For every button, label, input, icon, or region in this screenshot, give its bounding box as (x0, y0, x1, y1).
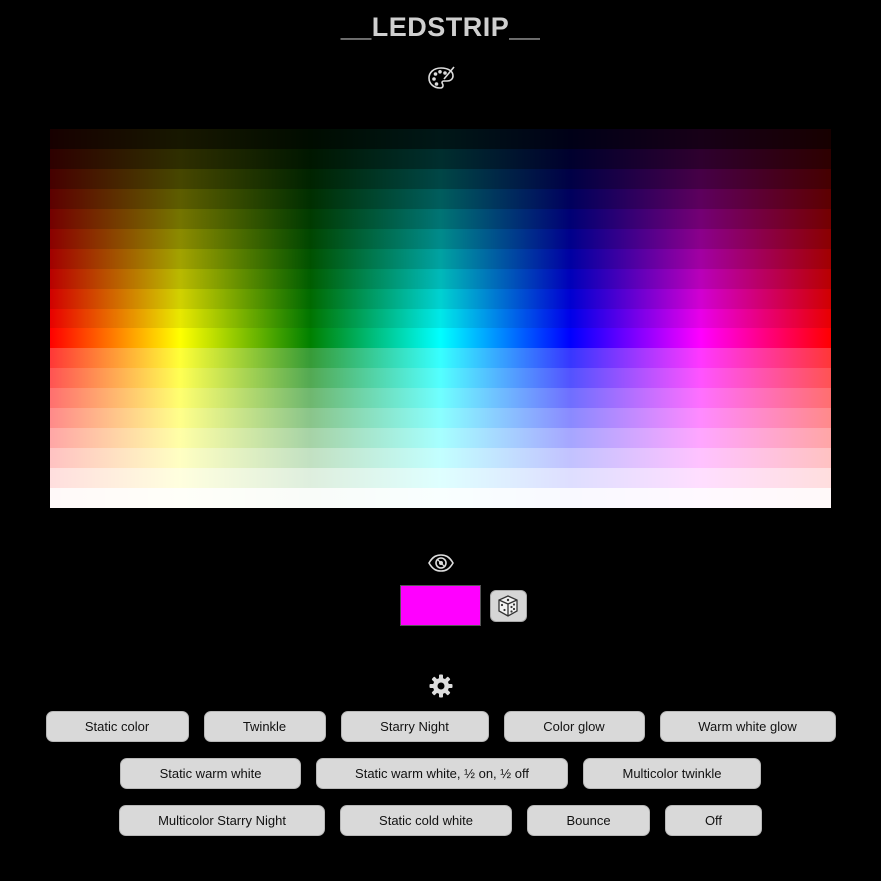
palette-row[interactable] (50, 328, 831, 349)
palette-row[interactable] (50, 268, 831, 289)
gear-icon-wrap (0, 674, 881, 698)
mode-multicolor-starry-night-button[interactable]: Multicolor Starry Night (119, 805, 325, 836)
palette-row[interactable] (50, 248, 831, 269)
mode-row-1: Static color Twinkle Starry Night Color … (0, 711, 881, 742)
palette-row[interactable] (50, 468, 831, 489)
palette-row[interactable] (50, 488, 831, 509)
mode-row-3: Multicolor Starry Night Static cold whit… (0, 805, 881, 836)
mode-static-cold-white-button[interactable]: Static cold white (340, 805, 512, 836)
palette-row[interactable] (50, 168, 831, 189)
mode-color-glow-button[interactable]: Color glow (503, 711, 645, 742)
mode-starry-night-button[interactable]: Starry Night (340, 711, 489, 742)
palette-row[interactable] (50, 208, 831, 229)
color-preview-row (0, 585, 881, 626)
eye-icon-wrap (0, 553, 881, 573)
palette-row[interactable] (50, 408, 831, 429)
mode-static-color-button[interactable]: Static color (45, 711, 189, 742)
palette-row[interactable] (50, 128, 831, 149)
mode-multicolor-twinkle-button[interactable]: Multicolor twinkle (583, 758, 761, 789)
palette-row[interactable] (50, 109, 831, 129)
mode-warm-white-glow-button[interactable]: Warm white glow (659, 711, 836, 742)
mode-static-warm-white-button[interactable]: Static warm white (120, 758, 301, 789)
mode-bounce-button[interactable]: Bounce (527, 805, 650, 836)
palette-row[interactable] (50, 308, 831, 329)
selected-color-swatch (399, 585, 481, 626)
palette-row[interactable] (50, 188, 831, 209)
palette-icon-wrap (0, 66, 881, 90)
color-palette[interactable] (50, 109, 831, 509)
page-title: __LEDSTRIP__ (340, 12, 541, 42)
palette-row[interactable] (50, 288, 831, 309)
palette-row[interactable] (50, 148, 831, 169)
palette-row[interactable] (50, 388, 831, 409)
mode-twinkle-button[interactable]: Twinkle (203, 711, 326, 742)
palette-row[interactable] (50, 228, 831, 249)
palette-row[interactable] (50, 448, 831, 469)
mode-off-button[interactable]: Off (665, 805, 762, 836)
random-color-button[interactable] (489, 589, 527, 622)
gear-icon (429, 674, 452, 698)
eye-icon (427, 554, 454, 572)
mode-row-2: Static warm white Static warm white, ½ o… (0, 758, 881, 789)
palette-row[interactable] (50, 428, 831, 449)
palette-row[interactable] (50, 348, 831, 369)
palette-icon (427, 66, 455, 89)
palette-row[interactable] (50, 368, 831, 389)
mode-static-warm-white-half-button[interactable]: Static warm white, ½ on, ½ off (316, 758, 568, 789)
dice-icon (498, 594, 518, 617)
ledstrip-page: __LEDSTRIP__ Static color Twinkle Starry… (0, 0, 881, 881)
